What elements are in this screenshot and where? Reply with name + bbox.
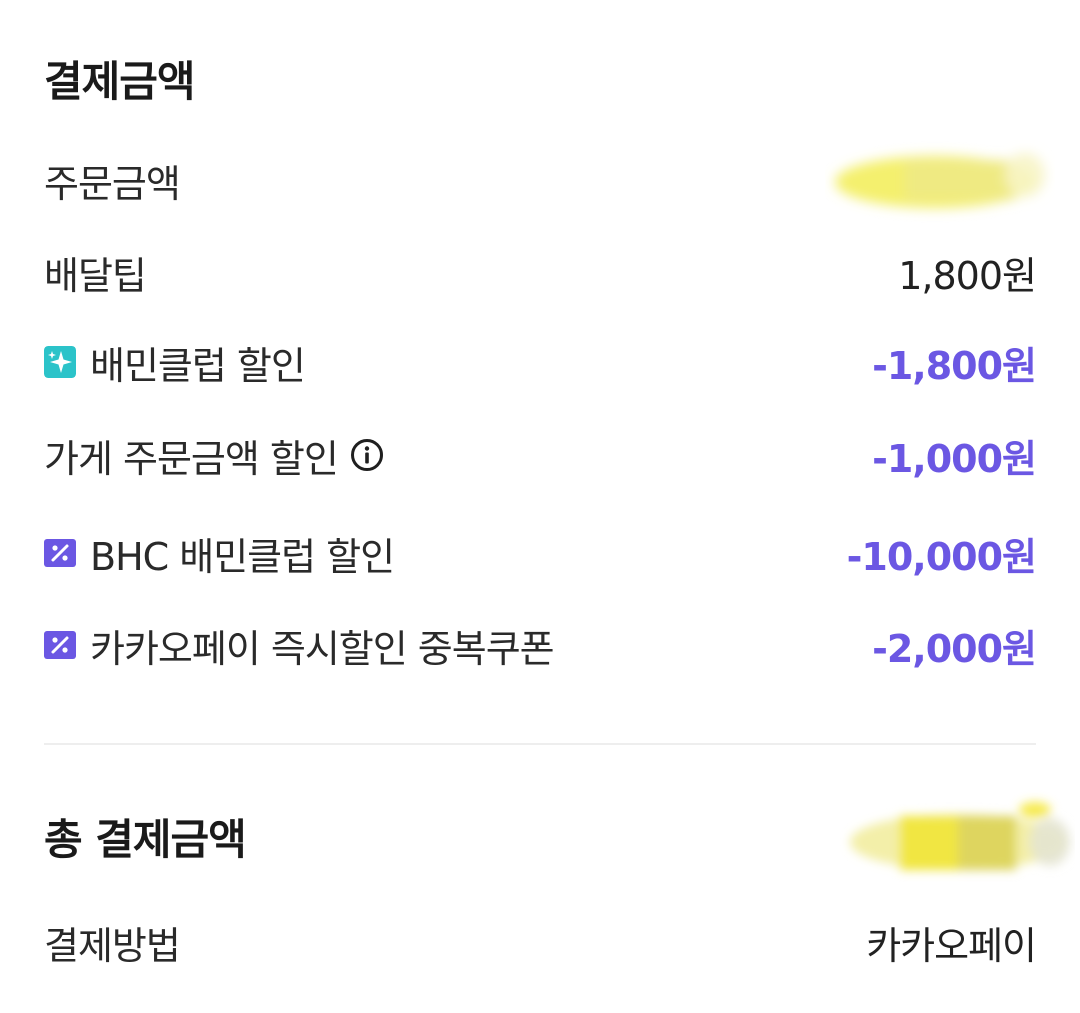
store-order-discount-row: 가게 주문금액 할인 -1,000원 <box>44 425 1037 485</box>
order-amount-label: 주문금액 <box>44 161 181 206</box>
kakaopay-coupon-row: 카카오페이 즉시할인 중복쿠폰 -2,000원 <box>44 615 1037 675</box>
coupon-icon <box>44 631 76 659</box>
payment-method-label: 결제방법 <box>44 923 181 968</box>
order-amount-row: 주문금액 <box>44 150 1036 210</box>
info-icon[interactable] <box>350 438 384 472</box>
store-order-discount-label: 가게 주문금액 할인 <box>44 436 339 481</box>
bhc-club-discount-row: BHC 배민클럽 할인 -10,000원 <box>44 523 1037 583</box>
delivery-tip-row: 배달팁 1,800원 <box>44 242 1037 302</box>
payment-section-title: 결제금액 <box>44 57 196 106</box>
store-order-discount-value: -1,000원 <box>872 436 1037 481</box>
baemin-club-discount-label: 배민클럽 할인 <box>90 343 306 388</box>
payment-method-row: 결제방법 카카오페이 <box>44 912 1037 972</box>
delivery-tip-value: 1,800원 <box>898 253 1037 298</box>
section-divider <box>44 743 1036 745</box>
baemin-club-discount-row: 배민클럽 할인 -1,800원 <box>44 332 1037 392</box>
total-payment-title: 총 결제금액 <box>44 814 247 864</box>
payment-method-value: 카카오페이 <box>866 923 1037 968</box>
bhc-club-discount-value: -10,000원 <box>846 534 1037 579</box>
delivery-tip-label: 배달팁 <box>44 253 147 298</box>
bhc-club-discount-label: BHC 배민클럽 할인 <box>90 534 395 579</box>
baemin-club-discount-value: -1,800원 <box>872 343 1037 388</box>
sparkle-icon <box>44 346 76 378</box>
kakaopay-coupon-value: -2,000원 <box>872 626 1037 671</box>
total-payment-row: 총 결제금액 <box>44 806 1036 866</box>
kakaopay-coupon-label: 카카오페이 즉시할인 중복쿠폰 <box>90 626 555 671</box>
coupon-icon <box>44 539 76 567</box>
